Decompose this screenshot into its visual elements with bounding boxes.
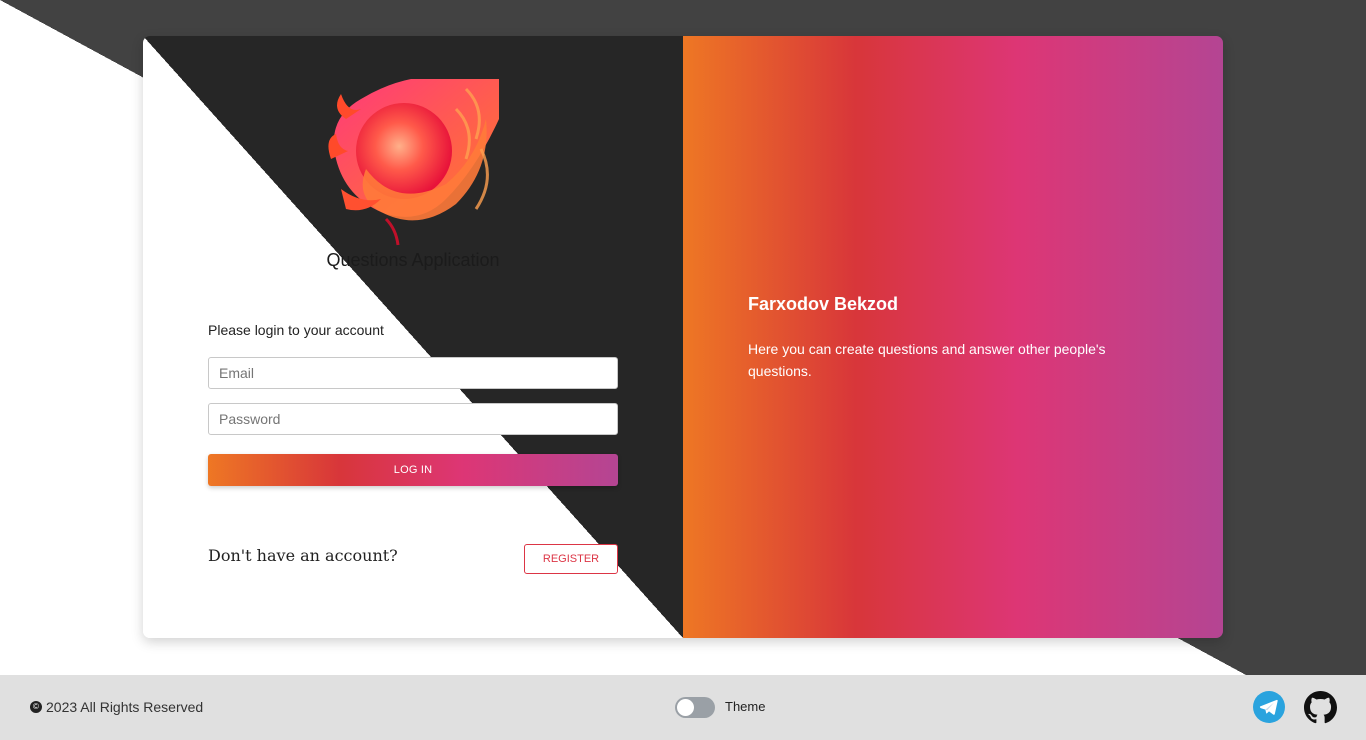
copyright: © 2023 All Rights Reserved: [30, 699, 203, 715]
app-description: Here you can create questions and answer…: [748, 341, 1106, 379]
password-input[interactable]: [208, 403, 618, 435]
footer: © 2023 All Rights Reserved Theme: [0, 675, 1366, 740]
info-panel: Farxodov Bekzod Here you can create ques…: [683, 36, 1223, 638]
register-button[interactable]: REGISTER: [524, 544, 618, 574]
author-name: Farxodov Bekzod: [748, 294, 899, 314]
copyright-icon: ©: [30, 701, 42, 713]
theme-toggle-knob: [677, 699, 694, 716]
login-button[interactable]: LOG IN: [208, 454, 618, 486]
app-logo: [328, 79, 499, 246]
login-card: Questions Application Please login to yo…: [143, 36, 1223, 638]
no-account-text: Don't have an account?: [208, 546, 398, 565]
copyright-text: 2023 All Rights Reserved: [46, 699, 204, 715]
login-prompt: Please login to your account: [208, 322, 384, 338]
telegram-icon[interactable]: [1253, 691, 1285, 723]
email-input[interactable]: [208, 357, 618, 389]
github-icon[interactable]: [1304, 691, 1337, 724]
theme-toggle[interactable]: [675, 697, 715, 718]
login-panel: Questions Application Please login to yo…: [143, 36, 683, 638]
app-title: Questions Application: [326, 250, 500, 270]
theme-label: Theme: [725, 699, 766, 714]
